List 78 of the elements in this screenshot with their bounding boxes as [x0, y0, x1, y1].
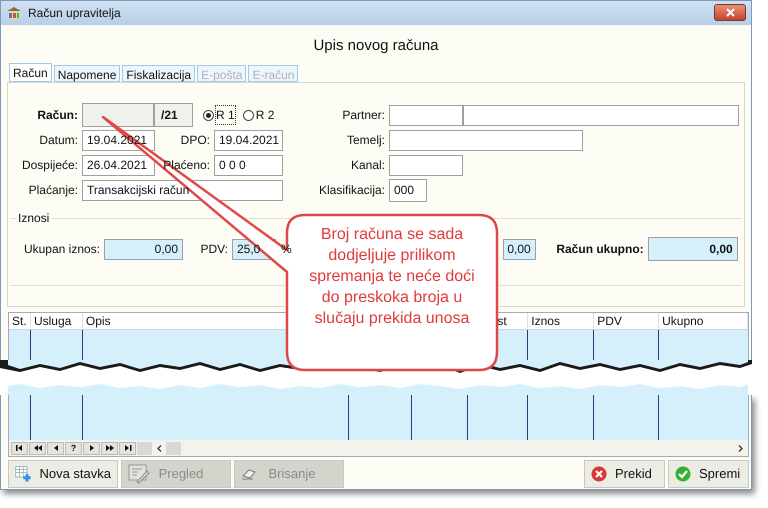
- group-title: Iznosi: [16, 210, 52, 225]
- navigator-button[interactable]: [101, 442, 118, 454]
- scrollbar-thumb[interactable]: [166, 442, 181, 454]
- next-page-arrow-icon: [104, 443, 114, 453]
- invoice-total-field[interactable]: 0,00: [648, 237, 738, 262]
- column-header: st: [496, 313, 507, 330]
- field-label: Račun ukupno:: [555, 241, 644, 258]
- date-field[interactable]: 26.04.2021: [82, 154, 155, 176]
- field-label: Klasifikacija:: [318, 182, 385, 200]
- navigator-button[interactable]: [47, 442, 64, 454]
- column-header: Opis: [84, 313, 111, 330]
- column-header: Ukupno: [661, 313, 704, 330]
- grid-cell: [9, 395, 31, 440]
- close-button[interactable]: [714, 4, 746, 22]
- last-arrow-icon: [122, 443, 132, 453]
- paid-field[interactable]: 0 0 0: [214, 154, 283, 176]
- cancel-button[interactable]: Prekid: [584, 460, 665, 488]
- navigator-button[interactable]: [83, 442, 100, 454]
- channel-field[interactable]: [389, 154, 463, 176]
- field-label: DPO:: [180, 132, 210, 150]
- column-header: Usluga: [32, 313, 72, 330]
- tab[interactable]: Fiskalizacija: [122, 64, 196, 82]
- date-field[interactable]: 19.04.2021: [214, 130, 283, 151]
- save-button[interactable]: Spremi: [668, 460, 749, 488]
- app-icon: [6, 6, 22, 20]
- classification-field[interactable]: 000: [389, 178, 427, 202]
- chevron-left-icon: [156, 444, 162, 452]
- grid-cell: [468, 395, 528, 440]
- field-label: Kanal:: [350, 157, 385, 174]
- payment-field[interactable]: Transakcijski račun: [82, 180, 283, 201]
- invoice-number-field[interactable]: [82, 103, 154, 128]
- field-label: Partner:: [341, 107, 385, 124]
- partner-name-field[interactable]: [463, 104, 739, 126]
- grid-cell: [528, 330, 594, 360]
- invoice-type-radio[interactable]: R 2: [242, 106, 274, 124]
- grid-cell: [594, 395, 660, 440]
- navigator-panel: [137, 442, 152, 454]
- total-amount-field[interactable]: 0,00: [104, 238, 183, 260]
- grid-cell: [9, 330, 31, 360]
- add-button[interactable]: Nova stavka: [8, 460, 118, 488]
- close-icon: [726, 8, 734, 18]
- grid-cell: [348, 395, 412, 440]
- column-header: Iznos: [530, 313, 560, 330]
- navigator-button[interactable]: [29, 442, 46, 454]
- navigator-button[interactable]: [11, 442, 28, 454]
- prior-page-arrow-icon: [32, 443, 42, 453]
- field-label: PDV:: [199, 241, 228, 258]
- column-header: PDV: [596, 313, 622, 330]
- callout-text: Broj računa se sada dodjeljuje prilikom spremanja te neće doći do preskoka broja u slučaju prekida unosa: [308, 225, 476, 329]
- grid-cell: [412, 395, 468, 440]
- first-arrow-icon: [14, 443, 24, 453]
- form-heading: Upis novog računa: [313, 36, 439, 55]
- window-title: Račun upravitelja: [28, 4, 121, 22]
- vat-amount-field[interactable]: 0,00: [502, 238, 536, 260]
- grid-cell: [30, 330, 83, 360]
- invoice-type-radio[interactable]: R 1: [203, 106, 235, 124]
- field-label: Ukupan iznos:: [22, 241, 100, 258]
- basis-field[interactable]: [389, 130, 583, 151]
- chevron-right-icon: [738, 444, 742, 452]
- navigator-button[interactable]: [119, 442, 136, 454]
- checkmark-icon: [675, 466, 691, 482]
- cancel-icon: [591, 466, 607, 482]
- tab[interactable]: Napomene: [54, 64, 120, 82]
- field-label: Dospijeće:: [20, 157, 78, 174]
- field-label: Datum:: [38, 132, 78, 150]
- field-label: Temelj:: [346, 132, 385, 150]
- tab[interactable]: Račun: [9, 62, 52, 82]
- partner-code-field[interactable]: [389, 104, 463, 126]
- navigator-button[interactable]: ?: [65, 442, 82, 454]
- field-label: Plaćanje:: [28, 182, 78, 200]
- grid-cell: [30, 395, 83, 440]
- grid-cell: [528, 395, 594, 440]
- invoice-year-field: /21: [154, 103, 193, 128]
- edit-form-icon: [128, 464, 150, 484]
- column-header: St.: [11, 313, 27, 330]
- field-label: Račun:: [36, 107, 78, 124]
- eraser-icon: [241, 468, 259, 480]
- grid-cell: [594, 330, 660, 360]
